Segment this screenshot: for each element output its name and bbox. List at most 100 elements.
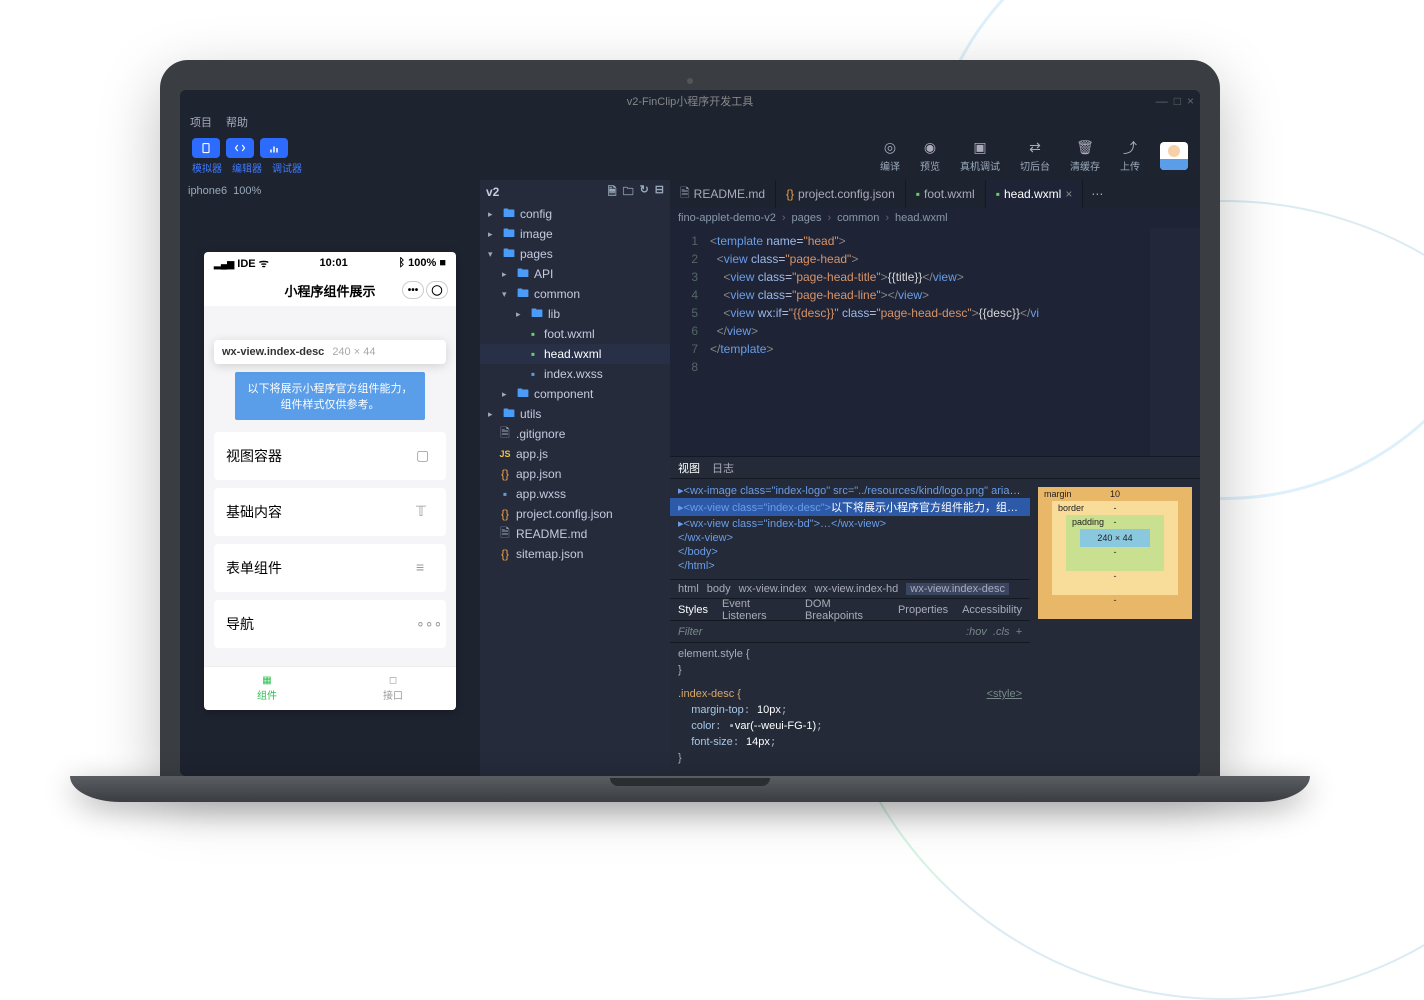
tab-components[interactable]: ▦组件 bbox=[204, 667, 330, 710]
new-folder-icon[interactable]: 🗀 bbox=[623, 183, 634, 202]
tree-folder[interactable]: ▸🖿utils bbox=[480, 404, 670, 424]
tree-folder[interactable]: ▸🖿image bbox=[480, 224, 670, 244]
menu-project[interactable]: 项目 bbox=[190, 114, 212, 130]
editor-tab[interactable]: ▪foot.wxml bbox=[906, 180, 986, 208]
avatar[interactable] bbox=[1160, 142, 1188, 170]
subtab-styles[interactable]: Styles bbox=[678, 604, 708, 616]
close-icon[interactable]: × bbox=[1065, 187, 1072, 201]
wxml-icon: ▪ bbox=[996, 187, 1000, 201]
code-editor[interactable]: 12345678 <template name="head"> <view cl… bbox=[670, 228, 1200, 456]
preview-button[interactable]: ◉预览 bbox=[920, 140, 940, 173]
box-model-pane: margin 10 border - padding - 240 × 4 bbox=[1030, 479, 1200, 776]
tree-file[interactable]: 🗎.gitignore bbox=[480, 424, 670, 444]
window-controls[interactable]: — □ × bbox=[1156, 94, 1194, 108]
editor-tab[interactable]: ▪head.wxml× bbox=[986, 180, 1084, 208]
tree-file[interactable]: {}sitemap.json bbox=[480, 544, 670, 564]
compile-icon: ◎ bbox=[882, 140, 898, 156]
list-item[interactable]: 导航∘∘∘ bbox=[214, 600, 446, 648]
list-item[interactable]: 视图容器▢ bbox=[214, 432, 446, 480]
folder-icon: 🖿 bbox=[516, 387, 530, 401]
tree-folder[interactable]: ▾🖿common bbox=[480, 284, 670, 304]
inspector-tooltip: wx-view.index-desc 240 × 44 bbox=[214, 340, 446, 364]
new-file-icon[interactable]: 🗎 bbox=[608, 183, 617, 202]
list-item[interactable]: 表单组件≡ bbox=[214, 544, 446, 592]
device-name[interactable]: iphone6 bbox=[188, 185, 227, 197]
clear-cache-button[interactable]: 🗑清缓存 bbox=[1070, 140, 1100, 173]
devtools-panel: 视图 日志 ▸<wx-image class="index-logo" src=… bbox=[670, 456, 1200, 776]
editor-tab[interactable]: {}project.config.json bbox=[776, 180, 906, 208]
debugger-toggle[interactable] bbox=[260, 138, 288, 158]
wxml-icon: ▪ bbox=[526, 327, 540, 341]
devtools-tab-wxml[interactable]: 视图 bbox=[678, 460, 700, 476]
folder-icon: 🖿 bbox=[502, 207, 516, 221]
window-title: v2-FinClip小程序开发工具 bbox=[627, 93, 754, 109]
file-icon: 🗎 bbox=[498, 527, 512, 541]
line-gutter: 12345678 bbox=[670, 228, 706, 456]
folder-icon: 🖿 bbox=[530, 307, 544, 321]
breadcrumb: fino-applet-demo-v2› pages› common› head… bbox=[670, 208, 1200, 228]
tree-folder[interactable]: ▸🖿component bbox=[480, 384, 670, 404]
devtools-tab-console[interactable]: 日志 bbox=[712, 460, 734, 476]
tree-file[interactable]: {}app.json bbox=[480, 464, 670, 484]
collapse-icon[interactable]: ⊟ bbox=[655, 183, 664, 202]
list-item[interactable]: 基础内容𝕋 bbox=[214, 488, 446, 536]
element-node[interactable]: </html> bbox=[670, 559, 1030, 573]
json-icon: {} bbox=[498, 467, 512, 481]
wxml-icon: ▪ bbox=[526, 347, 540, 361]
background-button[interactable]: ⇄切后台 bbox=[1020, 140, 1050, 173]
elements-tree[interactable]: ▸<wx-image class="index-logo" src="../re… bbox=[670, 479, 1030, 579]
upload-icon: ⤴ bbox=[1122, 140, 1138, 156]
text-icon: 𝕋 bbox=[416, 503, 434, 521]
close-icon[interactable]: × bbox=[1187, 94, 1194, 108]
element-node[interactable]: ▸<wx-image class="index-logo" src="../re… bbox=[670, 483, 1030, 498]
tree-folder[interactable]: ▸🖿lib bbox=[480, 304, 670, 324]
json-icon: {} bbox=[786, 187, 794, 201]
subtab-accessibility[interactable]: Accessibility bbox=[962, 604, 1022, 616]
explorer-root: v2 bbox=[486, 185, 499, 199]
editor-toggle[interactable] bbox=[226, 138, 254, 158]
tree-file[interactable]: JSapp.js bbox=[480, 444, 670, 464]
simulator-toggle[interactable] bbox=[192, 138, 220, 158]
plus-icon[interactable]: + bbox=[1016, 626, 1022, 638]
minimize-icon[interactable]: — bbox=[1156, 94, 1168, 108]
capsule-close-icon[interactable]: ◯ bbox=[426, 281, 448, 299]
styles-pane[interactable]: Filter :hov .cls + element.style {} <sty… bbox=[670, 621, 1030, 776]
tab-api[interactable]: ◻接口 bbox=[330, 667, 456, 710]
tree-folder[interactable]: ▸🖿config bbox=[480, 204, 670, 224]
element-node[interactable]: </body> bbox=[670, 545, 1030, 559]
editor-tab[interactable]: 🗎README.md bbox=[670, 180, 776, 208]
wxml-icon: ▪ bbox=[916, 187, 920, 201]
element-node[interactable]: </wx-view> bbox=[670, 531, 1030, 545]
styles-filter-input[interactable]: Filter bbox=[678, 626, 702, 638]
minimap[interactable] bbox=[1150, 228, 1200, 456]
capsule-menu-icon[interactable]: ••• bbox=[402, 281, 424, 299]
tree-file[interactable]: ▪foot.wxml bbox=[480, 324, 670, 344]
tree-file[interactable]: ▪index.wxss bbox=[480, 364, 670, 384]
maximize-icon[interactable]: □ bbox=[1174, 94, 1181, 108]
more-icon[interactable]: ⋯ bbox=[1083, 180, 1111, 208]
menu-help[interactable]: 帮助 bbox=[226, 114, 248, 130]
switch-icon: ⇄ bbox=[1027, 140, 1043, 156]
toolbar: 模拟器 编辑器 调试器 ◎编译 ◉预览 ▣真机调试 ⇄切后台 🗑清缓存 ⤴上传 bbox=[180, 132, 1200, 180]
refresh-icon[interactable]: ↻ bbox=[640, 183, 649, 202]
code-content[interactable]: <template name="head"> <view class="page… bbox=[706, 228, 1200, 456]
tree-folder[interactable]: ▸🖿API bbox=[480, 264, 670, 284]
upload-button[interactable]: ⤴上传 bbox=[1120, 140, 1140, 173]
tree-file[interactable]: ▪app.wxss bbox=[480, 484, 670, 504]
trash-icon: 🗑 bbox=[1077, 140, 1093, 156]
tree-file[interactable]: {}project.config.json bbox=[480, 504, 670, 524]
elements-breadcrumb: html body wx-view.index wx-view.index-hd… bbox=[670, 579, 1030, 599]
element-node[interactable]: ▸<wx-view class="index-bd">…</wx-view> bbox=[670, 516, 1030, 531]
tree-file[interactable]: 🗎README.md bbox=[480, 524, 670, 544]
tree-file[interactable]: ▪head.wxml bbox=[480, 344, 670, 364]
compile-button[interactable]: ◎编译 bbox=[880, 140, 900, 173]
file-icon: 🗎 bbox=[498, 427, 512, 441]
subtab-listeners[interactable]: Event Listeners bbox=[722, 598, 791, 622]
ide-window: v2-FinClip小程序开发工具 — □ × 项目 帮助 bbox=[180, 90, 1200, 776]
subtab-dom-breakpoints[interactable]: DOM Breakpoints bbox=[805, 598, 884, 622]
zoom-level[interactable]: 100% bbox=[233, 185, 261, 197]
subtab-properties[interactable]: Properties bbox=[898, 604, 948, 616]
element-node-selected[interactable]: ▸<wx-view class="index-desc">以下将展示小程序官方组… bbox=[670, 498, 1030, 516]
tree-folder[interactable]: ▾🖿pages bbox=[480, 244, 670, 264]
remote-debug-button[interactable]: ▣真机调试 bbox=[960, 140, 1000, 173]
